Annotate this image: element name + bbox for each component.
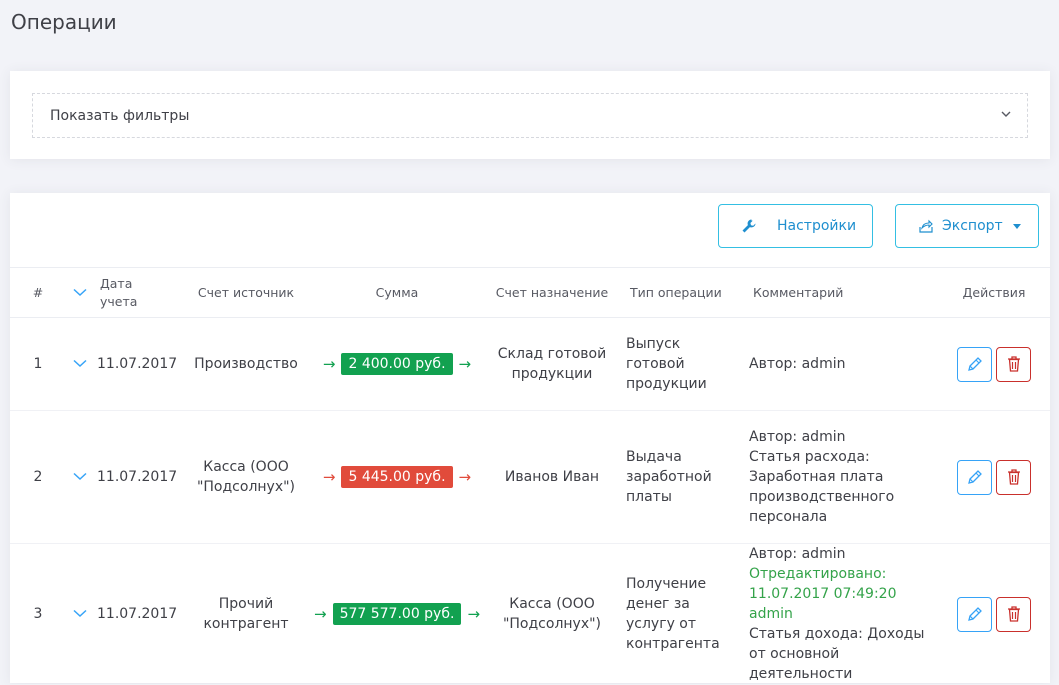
chevron-down-icon bbox=[1001, 107, 1011, 121]
arrow-right-icon: → bbox=[458, 355, 472, 373]
row-date: 11.07.2017 bbox=[94, 410, 180, 544]
row-destination-account: Касса (ООО "Подсолнух") bbox=[482, 543, 622, 685]
filter-card: Показать фильтры bbox=[10, 71, 1050, 159]
export-button[interactable]: Экспорт bbox=[895, 204, 1039, 248]
table-row: 3 11.07.2017 Прочий контрагент → 577 577… bbox=[10, 543, 1050, 685]
operations-table-card: Настройки Экспорт # Дата учета Счет исто… bbox=[10, 193, 1050, 685]
chevron-down-icon[interactable] bbox=[73, 467, 87, 487]
delete-button[interactable] bbox=[996, 459, 1031, 495]
row-comment: Автор: admin bbox=[737, 317, 938, 411]
delete-button[interactable] bbox=[996, 346, 1031, 382]
row-destination-account: Иванов Иван bbox=[482, 410, 622, 544]
row-amount-cell: → 577 577.00 руб. → bbox=[312, 543, 482, 685]
edit-button[interactable] bbox=[957, 459, 992, 495]
header-date-label: Дата учета bbox=[100, 275, 138, 309]
show-filters-label: Показать фильтры bbox=[50, 107, 190, 124]
row-operation-type: Выпуск готовой продукции bbox=[622, 317, 737, 411]
row-expand[interactable] bbox=[66, 317, 94, 411]
row-source-account: Производство bbox=[180, 317, 312, 411]
row-number: 3 bbox=[10, 543, 66, 685]
row-amount-cell: → 5 445.00 руб. → bbox=[312, 410, 482, 544]
arrow-right-icon: → bbox=[322, 355, 336, 373]
comment-line: Статья дохода: Доходы от основной деятел… bbox=[749, 626, 925, 682]
chevron-down-icon[interactable] bbox=[73, 285, 87, 300]
show-filters-toggle[interactable]: Показать фильтры bbox=[32, 93, 1028, 138]
header-source[interactable]: Счет источник bbox=[180, 267, 312, 318]
amount-badge: 577 577.00 руб. bbox=[332, 603, 462, 625]
pencil-icon bbox=[967, 470, 982, 484]
row-source-account: Касса (ООО "Подсолнух") bbox=[180, 410, 312, 544]
comment-line: Автор: admin bbox=[749, 546, 846, 562]
caret-down-icon bbox=[1012, 223, 1021, 229]
trash-icon bbox=[1007, 606, 1020, 622]
edit-button[interactable] bbox=[957, 596, 992, 632]
header-actions: Действия bbox=[938, 267, 1050, 318]
header-expand-all[interactable] bbox=[66, 267, 94, 318]
chevron-down-icon[interactable] bbox=[73, 604, 87, 624]
amount-badge: 2 400.00 руб. bbox=[341, 353, 453, 375]
row-comment: Автор: admin Статья расхода: Заработная п… bbox=[737, 410, 938, 544]
arrow-right-icon: → bbox=[322, 468, 336, 486]
header-destination[interactable]: Счет назначение bbox=[482, 267, 622, 318]
header-amount[interactable]: Сумма bbox=[312, 267, 482, 318]
row-date: 11.07.2017 bbox=[94, 543, 180, 685]
trash-icon bbox=[1007, 356, 1020, 372]
settings-button[interactable]: Настройки bbox=[718, 204, 873, 248]
comment-line: Автор: admin bbox=[749, 429, 846, 445]
comment-line: Автор: admin bbox=[749, 356, 846, 372]
edit-button[interactable] bbox=[957, 346, 992, 382]
chevron-down-icon[interactable] bbox=[73, 354, 87, 374]
row-operation-type: Получение денег за услугу от контрагента bbox=[622, 543, 737, 685]
header-date[interactable]: Дата учета bbox=[94, 267, 180, 318]
table-row: 1 11.07.2017 Производство → 2 400.00 руб… bbox=[10, 317, 1050, 411]
row-actions bbox=[938, 543, 1050, 685]
operations-table: # Дата учета Счет источник Сумма Счет на… bbox=[10, 267, 1050, 685]
header-operation-type[interactable]: Тип операции bbox=[622, 267, 737, 318]
table-header-row: # Дата учета Счет источник Сумма Счет на… bbox=[10, 267, 1050, 318]
row-expand[interactable] bbox=[66, 543, 94, 685]
header-number: # bbox=[10, 267, 66, 318]
arrow-right-icon: → bbox=[458, 468, 472, 486]
row-expand[interactable] bbox=[66, 410, 94, 544]
comment-line: Статья расхода: Заработная плата произво… bbox=[749, 449, 895, 525]
export-button-label: Экспорт bbox=[942, 218, 1003, 234]
row-actions bbox=[938, 317, 1050, 411]
row-actions bbox=[938, 410, 1050, 544]
row-operation-type: Выдача заработной платы bbox=[622, 410, 737, 544]
header-comment[interactable]: Комментарий bbox=[737, 267, 938, 318]
amount-badge: 5 445.00 руб. bbox=[341, 466, 453, 488]
row-source-account: Прочий контрагент bbox=[180, 543, 312, 685]
delete-button[interactable] bbox=[996, 596, 1031, 632]
row-destination-account: Склад готовой продукции bbox=[482, 317, 622, 411]
pencil-icon bbox=[967, 607, 982, 621]
row-amount-cell: → 2 400.00 руб. → bbox=[312, 317, 482, 411]
row-date: 11.07.2017 bbox=[94, 317, 180, 411]
row-number: 2 bbox=[10, 410, 66, 544]
arrow-right-icon: → bbox=[467, 605, 481, 623]
pencil-icon bbox=[967, 357, 982, 371]
arrow-right-icon: → bbox=[313, 605, 327, 623]
table-row: 2 11.07.2017 Касса (ООО "Подсолнух") → 5… bbox=[10, 410, 1050, 544]
comment-edited-line: Отредактировано: 11.07.2017 07:49:20 adm… bbox=[749, 566, 897, 622]
row-comment: Автор: admin Отредактировано: 11.07.2017 … bbox=[737, 543, 938, 685]
wrench-icon bbox=[741, 218, 757, 234]
row-number: 1 bbox=[10, 317, 66, 411]
trash-icon bbox=[1007, 469, 1020, 485]
settings-button-label: Настройки bbox=[777, 218, 857, 234]
export-icon bbox=[918, 218, 934, 234]
page-title: Операции bbox=[11, 10, 117, 34]
